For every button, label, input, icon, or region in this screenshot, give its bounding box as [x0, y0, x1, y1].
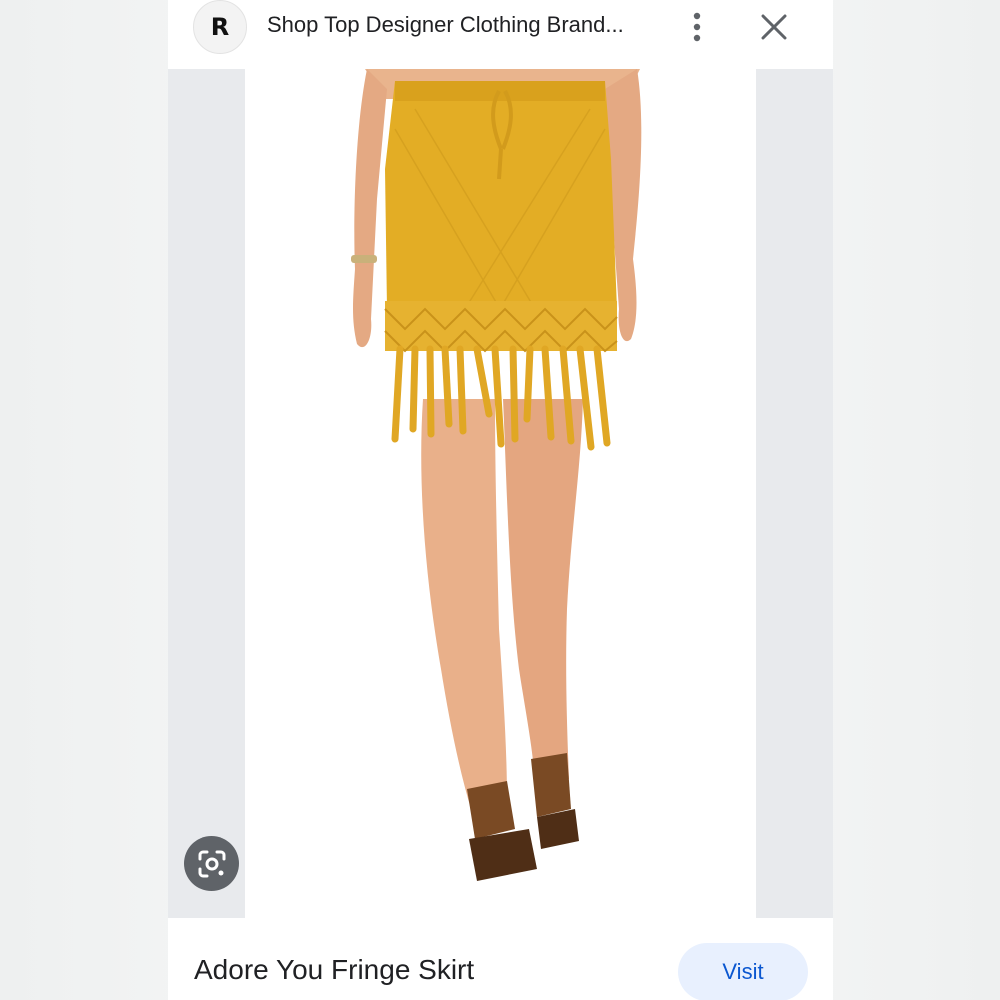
image-preview-panel: R Shop Top Designer Clothing Brand... Ad… — [168, 0, 833, 1000]
google-lens-button[interactable] — [184, 836, 239, 891]
close-icon — [761, 14, 787, 40]
product-title[interactable]: Adore You Fringe Skirt — [194, 954, 474, 986]
product-photo — [351, 69, 642, 881]
source-title[interactable]: Shop Top Designer Clothing Brand... — [267, 12, 657, 38]
preview-footer: Adore You Fringe Skirt Visit — [168, 918, 833, 1000]
image-viewer — [168, 69, 833, 918]
more-vert-icon — [693, 12, 701, 42]
close-button[interactable] — [758, 10, 790, 44]
source-favicon[interactable]: R — [193, 0, 247, 54]
lens-icon — [198, 850, 225, 877]
preview-header: R Shop Top Designer Clothing Brand... — [168, 0, 833, 68]
product-image[interactable] — [245, 69, 756, 918]
more-options-button[interactable] — [683, 10, 711, 44]
visit-button[interactable]: Visit — [678, 943, 808, 1000]
